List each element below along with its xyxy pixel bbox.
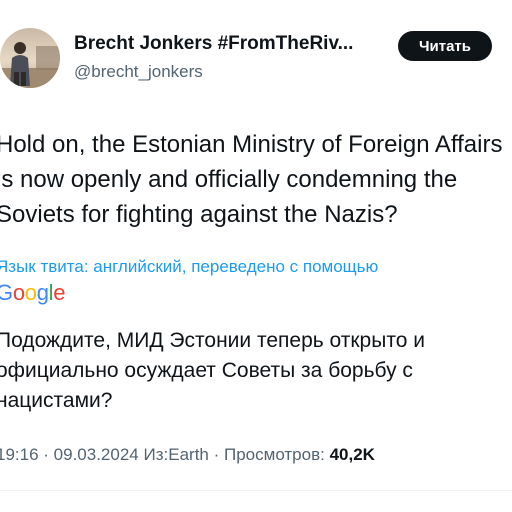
google-logo: Google [0, 280, 65, 306]
translated-text-line: официально осуждает Советы за борьбу с [0, 359, 413, 382]
translated-text-line: Подождите, МИД Эстонии теперь открыто и [0, 329, 425, 352]
tweet-source: Из:Earth [143, 445, 209, 464]
author-handle[interactable]: @brecht_jonkers [74, 62, 203, 82]
google-logo-letter: g [36, 280, 49, 305]
avatar[interactable] [0, 28, 60, 88]
tweet-text-line: Soviets for fighting against the Nazis? [0, 201, 398, 228]
tweet-date[interactable]: 09.03.2024 [54, 445, 139, 464]
tweet-text: Hold on, the Estonian Ministry of Foreig… [0, 127, 512, 232]
google-logo-letter: o [24, 280, 37, 305]
tweet-time[interactable]: 19:16 [0, 445, 39, 464]
meta-separator: · [43, 445, 54, 464]
follow-button[interactable]: Читать [398, 31, 492, 61]
tweet-text-line: Hold on, the Estonian Ministry of Foreig… [0, 131, 503, 158]
translation-note[interactable]: Язык твита: английский, переведено с пом… [0, 257, 378, 277]
google-logo-letter: o [12, 280, 25, 305]
follow-button-label: Читать [418, 37, 472, 55]
divider [0, 490, 512, 491]
views-label: Просмотров: [224, 445, 325, 464]
tweet-text-line: is now openly and officially condemning … [0, 166, 458, 193]
meta-separator: · [213, 445, 224, 464]
google-logo-letter: G [0, 280, 13, 305]
views-count[interactable]: 40,2K [330, 445, 375, 464]
tweet-meta: 19:16 · 09.03.2024 Из:Earth · Просмотров… [0, 445, 375, 465]
translated-text-line: нацистами? [0, 389, 113, 412]
translated-text: Подождите, МИД Эстонии теперь открыто и … [0, 326, 512, 416]
author-display-name[interactable]: Brecht Jonkers #FromTheRiv... [74, 33, 353, 55]
avatar-photo [0, 28, 60, 88]
google-logo-letter: e [53, 280, 66, 305]
